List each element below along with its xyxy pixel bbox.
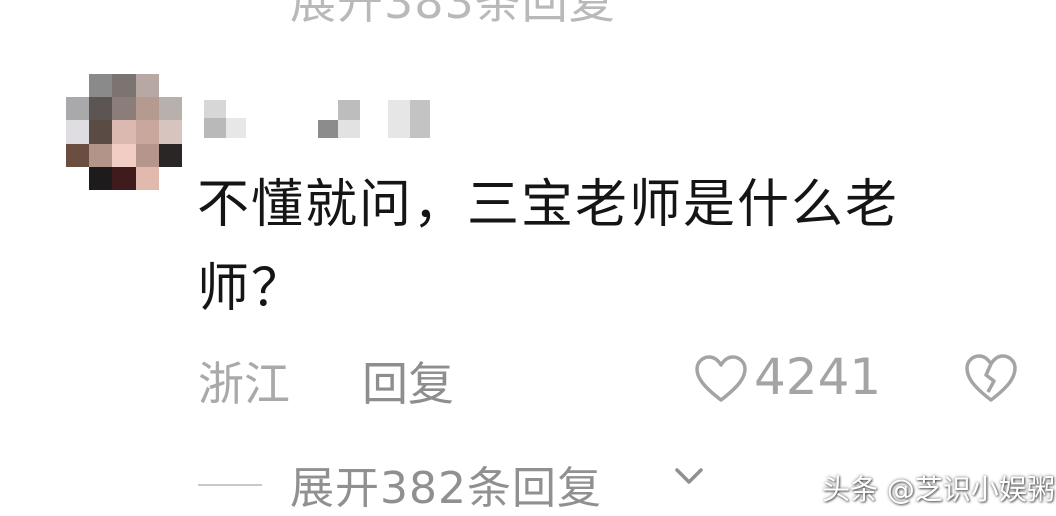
location-label: 浙江: [198, 357, 290, 411]
expand-replies-row[interactable]: 展开382条回复: [198, 452, 718, 514]
comment-meta-row: 浙江 回复 4241: [198, 348, 1018, 412]
like-count: 4241: [754, 348, 882, 406]
reply-button[interactable]: 回复: [362, 348, 454, 414]
avatar[interactable]: [66, 74, 182, 190]
chevron-down-icon[interactable]: [674, 466, 704, 486]
comment-text: 不懂就问，三宝老师是什么老师？: [197, 175, 900, 319]
username-pixelated[interactable]: [200, 96, 440, 140]
expand-replies-button[interactable]: 展开382条回复: [290, 452, 602, 516]
divider-line: [198, 484, 262, 486]
previous-thread-expand-button[interactable]: 展开383条回复: [290, 0, 616, 32]
heart-outline-icon[interactable]: [694, 354, 748, 404]
broken-heart-icon[interactable]: [964, 352, 1018, 404]
watermark-text: 头条 @芝识小娱粥: [822, 473, 1055, 506]
